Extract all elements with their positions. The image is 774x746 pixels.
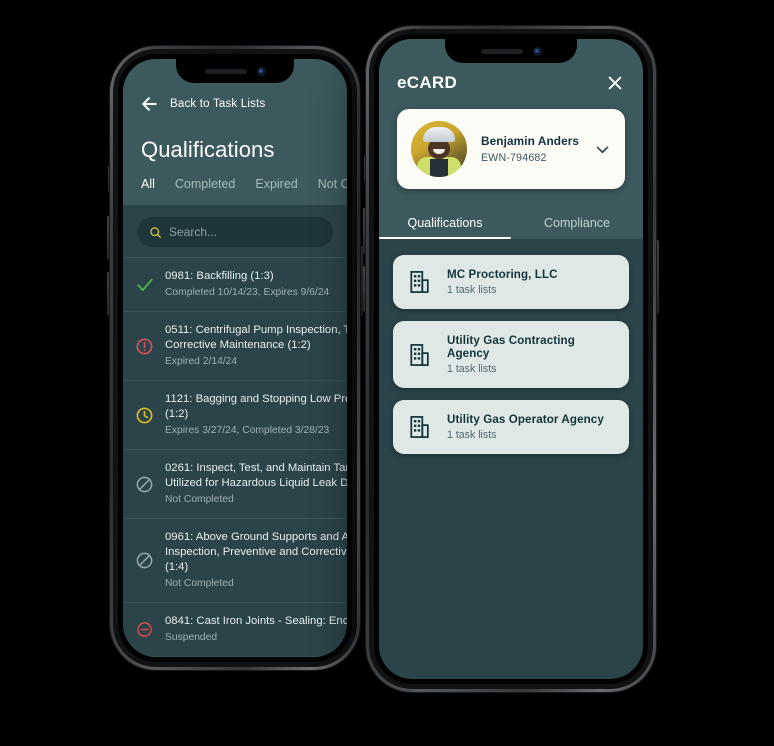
left-phone-notch (176, 59, 294, 83)
alert-circle-icon (136, 338, 153, 354)
building-icon (410, 343, 429, 366)
filter-tab-all[interactable]: All (141, 177, 155, 191)
ecard-title: eCARD (397, 73, 458, 92)
right-phone-screen: eCARD Benjamin Anders EWN-794682 Qualifi… (379, 39, 643, 679)
check-icon (137, 278, 153, 291)
task-row[interactable]: 0841: Cast Iron Joints - Sealing: Encaps… (123, 602, 347, 656)
earpiece-speaker (480, 48, 523, 54)
task-title-line2: Utilized for Hazardous Liquid Leak Detec (165, 477, 347, 489)
ecard-header: eCARD Benjamin Anders EWN-794682 (379, 39, 643, 205)
agency-card[interactable]: MC Proctoring, LLC 1 task lists (393, 255, 629, 309)
task-title-line3: (1:4) (165, 561, 189, 573)
filter-tab-completed[interactable]: Completed (175, 177, 235, 191)
agency-text: MC Proctoring, LLC 1 task lists (447, 268, 558, 296)
profile-id: EWN-794682 (481, 152, 547, 164)
agency-task-count: 1 task lists (447, 284, 497, 296)
task-status: Expired 2/14/24 (165, 356, 238, 367)
search-placeholder: Search... (169, 225, 218, 239)
task-title: 0511: Centrifugal Pump Inspection, Test (165, 324, 347, 336)
task-list: 0981: Backfilling (1:3) Completed 10/14/… (123, 257, 347, 657)
agency-task-count: 1 task lists (447, 363, 497, 375)
avatar-hardhat (423, 127, 455, 142)
task-row[interactable]: 0981: Backfilling (1:3) Completed 10/14/… (123, 257, 347, 311)
tab-compliance[interactable]: Compliance (511, 205, 643, 239)
profile-name: Benjamin Anders (481, 134, 580, 148)
task-status: Completed 10/14/23, Expires 9/6/24 (165, 287, 330, 298)
avatar-shirt (430, 159, 448, 177)
page-title: Qualifications (141, 137, 275, 162)
filter-tab-not-completed[interactable]: Not Com (318, 177, 347, 191)
task-title-line2: (1:2) (165, 408, 189, 420)
back-button-label: Back to Task Lists (170, 98, 266, 110)
agency-name: Utility Gas Operator Agency (447, 413, 604, 426)
tab-compliance-label: Compliance (543, 216, 610, 230)
filter-tabs: All Completed Expired Not Com (139, 177, 347, 205)
tab-qualifications[interactable]: Qualifications (379, 205, 511, 239)
tab-qualifications-label: Qualifications (407, 216, 483, 230)
front-camera (532, 46, 542, 56)
search-icon (150, 226, 161, 238)
clock-icon (136, 407, 153, 423)
right-phone-device: eCARD Benjamin Anders EWN-794682 Qualifi… (363, 26, 659, 692)
task-row[interactable]: 1121: Bagging and Stopping Low Pressu (1… (123, 380, 347, 449)
building-icon (410, 416, 429, 438)
task-title: 0981: Backfilling (1:3) (165, 270, 274, 282)
agency-card[interactable]: Utility Gas Operator Agency 1 task lists (393, 400, 629, 454)
task-title-line2: Corrective Maintenance (1:2) (165, 339, 311, 351)
left-phone-device: Back to Task Lists Qualifications All Co… (107, 46, 363, 670)
task-status: Not Completed (165, 578, 234, 589)
task-title-line2: Inspection, Preventive and Corrective Ma (165, 546, 347, 558)
chevron-down-icon[interactable] (594, 141, 611, 158)
left-phone-screen: Back to Task Lists Qualifications All Co… (123, 59, 347, 657)
back-to-task-lists-button[interactable]: Back to Task Lists (139, 89, 331, 119)
profile-info: Benjamin Anders EWN-794682 (481, 134, 580, 164)
ecard-title-row: eCARD (397, 73, 625, 93)
agency-list: MC Proctoring, LLC 1 task lists Utility … (379, 239, 643, 585)
search-input[interactable]: Search... (137, 217, 333, 247)
task-title: 0261: Inspect, Test, and Maintain Tank (165, 462, 347, 474)
task-row[interactable]: 0261: Inspect, Test, and Maintain Tank U… (123, 449, 347, 518)
close-icon[interactable] (605, 73, 625, 93)
task-row[interactable]: 0511: Centrifugal Pump Inspection, Test … (123, 311, 347, 380)
filter-tab-expired[interactable]: Expired (255, 177, 297, 191)
task-title: 0961: Above Ground Supports and Anch (165, 531, 347, 543)
building-icon (410, 271, 429, 293)
arrow-left-icon (142, 97, 157, 111)
right-phone-notch (445, 39, 577, 63)
agency-card[interactable]: Utility Gas Contracting Agency 1 task li… (393, 321, 629, 388)
screenshot-stage: Back to Task Lists Qualifications All Co… (0, 0, 774, 746)
avatar (411, 121, 467, 177)
agency-task-count: 1 task lists (447, 429, 497, 441)
profile-card[interactable]: Benjamin Anders EWN-794682 (397, 109, 625, 189)
task-status: Expires 3/27/24, Completed 3/28/23 (165, 425, 330, 436)
front-camera (256, 66, 266, 76)
task-status: Not Completed (165, 494, 234, 505)
agency-name: Utility Gas Contracting Agency (447, 334, 575, 360)
earpiece-speaker (204, 68, 247, 74)
search-area: Search... (123, 205, 347, 257)
slash-circle-icon (136, 476, 153, 492)
ecard-tabs: Qualifications Compliance (379, 205, 643, 239)
task-status: Suspended (165, 632, 218, 643)
task-title: 0841: Cast Iron Joints - Sealing: Encaps (165, 615, 347, 627)
task-title: 1121: Bagging and Stopping Low Pressu (165, 393, 347, 405)
agency-text: Utility Gas Contracting Agency 1 task li… (447, 334, 613, 375)
agency-name: MC Proctoring, LLC (447, 268, 558, 281)
minus-circle-icon (137, 622, 152, 637)
task-list-empty-space (123, 656, 347, 657)
task-row[interactable]: 0961: Above Ground Supports and Anch Ins… (123, 518, 347, 602)
agency-text: Utility Gas Operator Agency 1 task lists (447, 413, 604, 441)
slash-circle-icon (136, 552, 153, 569)
